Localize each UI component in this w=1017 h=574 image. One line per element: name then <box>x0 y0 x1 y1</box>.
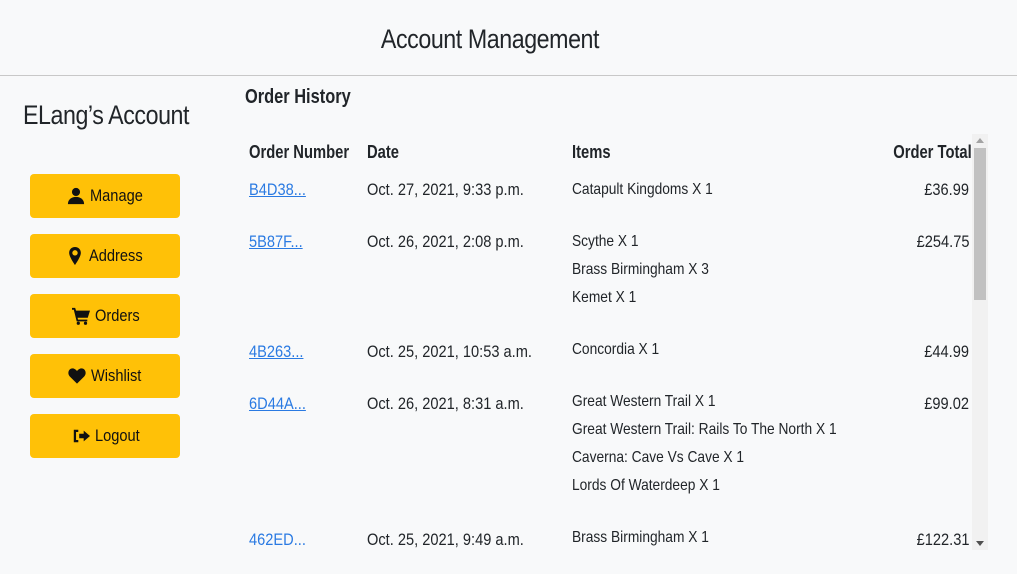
order-items: Concordia X 1 <box>572 336 673 364</box>
wishlist-button[interactable]: Wishlist <box>30 354 180 398</box>
order-items: Brass Birmingham X 1 <box>572 524 731 552</box>
order-item: Scythe X 1 <box>572 233 639 250</box>
manage-label: Manage <box>89 186 143 205</box>
order-items: Scythe X 1 Brass Birmingham X 3 Kemet X … <box>572 228 731 312</box>
order-date: Oct. 26, 2021, 8:31 a.m. <box>367 394 524 413</box>
order-items: Catapult Kingdoms X 1 <box>572 176 736 204</box>
order-items: Great Western Trail X 1 Great Western Tr… <box>572 388 880 500</box>
account-sidebar: ELang’s Account Manage Address Orders Wi… <box>0 76 215 574</box>
manage-button[interactable]: Manage <box>30 174 180 218</box>
order-history-panel: Order History Order Number Date Items Or… <box>230 76 990 574</box>
shopping-cart-icon <box>71 307 90 325</box>
account-title: ELang’s Account <box>22 100 190 130</box>
order-item: Brass Birmingham X 3 <box>572 261 709 278</box>
order-total: £36.99 <box>924 180 969 199</box>
order-total: £99.02 <box>924 394 969 413</box>
scroll-thumb[interactable] <box>974 148 986 300</box>
order-number-link[interactable]: 5B87F... <box>249 232 303 252</box>
page-title: Account Management <box>380 24 600 54</box>
scroll-up-arrow-icon[interactable] <box>976 138 984 143</box>
order-total: £44.99 <box>924 342 969 361</box>
order-item: Kemet X 1 <box>572 289 637 306</box>
order-item: Great Western Trail X 1 <box>572 393 716 410</box>
order-date: Oct. 25, 2021, 10:53 a.m. <box>367 342 532 361</box>
logout-button[interactable]: Logout <box>30 414 180 458</box>
column-header-order-total: Order Total <box>893 142 972 162</box>
page-header: Account Management <box>0 0 1017 76</box>
order-number-link[interactable]: 6D44A... <box>249 394 306 414</box>
orders-table[interactable]: Order Number Date Items Order Total B4D3… <box>245 134 972 554</box>
order-item: Brass Birmingham X 1 <box>572 529 709 546</box>
order-item: Caverna: Cave Vs Cave X 1 <box>572 449 745 466</box>
column-header-date: Date <box>367 142 399 162</box>
order-total: £254.75 <box>916 232 969 251</box>
order-item: Concordia X 1 <box>572 341 660 358</box>
order-date: Oct. 26, 2021, 2:08 p.m. <box>367 232 524 251</box>
column-header-items: Items <box>572 142 611 162</box>
order-number-link[interactable]: B4D38... <box>249 180 306 200</box>
scroll-down-arrow-icon[interactable] <box>976 541 984 546</box>
map-marker-icon <box>69 247 82 265</box>
order-number-link[interactable]: 4B263... <box>249 342 303 362</box>
address-button[interactable]: Address <box>30 234 180 278</box>
wishlist-label: Wishlist <box>91 366 142 385</box>
order-date: Oct. 25, 2021, 9:49 a.m. <box>367 530 524 549</box>
column-header-order-number: Order Number <box>249 142 350 162</box>
order-item: Great Western Trail: Rails To The North … <box>572 421 837 438</box>
sign-out-icon <box>73 429 90 443</box>
order-number-link[interactable]: 462ED... <box>249 530 306 550</box>
logout-label: Logout <box>94 426 140 445</box>
order-total: £122.31 <box>916 530 969 549</box>
orders-button[interactable]: Orders <box>30 294 180 338</box>
order-date: Oct. 27, 2021, 9:33 p.m. <box>367 180 524 199</box>
order-item: Catapult Kingdoms X 1 <box>572 181 713 198</box>
heart-icon <box>68 368 86 384</box>
orders-scrollbar[interactable] <box>972 134 988 550</box>
orders-label: Orders <box>94 306 140 325</box>
order-history-title: Order History <box>245 86 351 108</box>
user-icon <box>67 187 84 205</box>
order-item: Lords Of Waterdeep X 1 <box>572 477 720 494</box>
address-label: Address <box>89 246 143 265</box>
